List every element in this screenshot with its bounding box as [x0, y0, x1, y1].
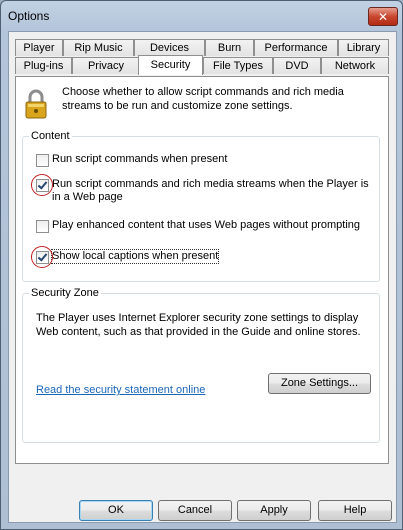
intro-text: Choose whether to allow script commands …	[62, 86, 344, 112]
option-label: Run script commands and rich media strea…	[52, 178, 369, 203]
annotation-circle	[31, 174, 53, 196]
option-label: Play enhanced content that uses Web page…	[52, 219, 360, 231]
tab-plug-ins[interactable]: Plug-ins	[15, 57, 72, 74]
security-zone-group-label: Security Zone	[29, 287, 101, 300]
option-label: Show local captions when present	[50, 249, 220, 264]
option-run-script-commands[interactable]: Run script commands when present	[36, 153, 366, 167]
option-label: Run script commands when present	[52, 153, 228, 165]
zone-settings-button[interactable]: Zone Settings...	[268, 373, 371, 394]
content-group-label: Content	[29, 130, 72, 143]
run-script-commands-checkbox[interactable]	[36, 154, 49, 167]
close-icon: ✕	[377, 9, 389, 24]
title-bar[interactable]: Options ✕	[1, 1, 402, 31]
play-enhanced-content-checkbox[interactable]	[36, 220, 49, 233]
apply-label: Apply	[260, 504, 288, 516]
tab-rip-music[interactable]: Rip Music	[63, 39, 134, 56]
annotation-circle	[31, 246, 53, 268]
security-tab-panel: Choose whether to allow script commands …	[15, 76, 389, 464]
security-statement-link[interactable]: Read the security statement online	[36, 384, 205, 396]
help-button[interactable]: Help	[318, 500, 392, 521]
close-button[interactable]: ✕	[368, 7, 398, 26]
cancel-label: Cancel	[177, 504, 213, 516]
tab-network[interactable]: Network	[321, 57, 389, 74]
ok-label: OK	[108, 504, 124, 516]
tab-library[interactable]: Library	[338, 39, 389, 56]
tab-performance[interactable]: Performance	[254, 39, 338, 56]
tab-dvd[interactable]: DVD	[273, 57, 321, 74]
zone-settings-label: Zone Settings...	[280, 377, 359, 389]
option-play-enhanced-content[interactable]: Play enhanced content that uses Web page…	[36, 219, 371, 233]
window-title: Options	[8, 9, 50, 23]
tab-burn[interactable]: Burn	[205, 39, 254, 56]
tab-file-types[interactable]: File Types	[203, 57, 273, 74]
content-group: Content Run script commands when present…	[22, 130, 380, 282]
tab-player[interactable]: Player	[15, 39, 63, 56]
tab-devices[interactable]: Devices	[134, 39, 205, 56]
tab-privacy[interactable]: Privacy	[72, 57, 140, 74]
help-label: Help	[343, 504, 367, 516]
security-zone-group: Security Zone The Player uses Internet E…	[22, 287, 380, 443]
ok-button[interactable]: OK	[79, 500, 153, 521]
cancel-button[interactable]: Cancel	[158, 500, 232, 521]
options-dialog: Options ✕ Player Rip Music Devices Burn …	[0, 0, 403, 530]
apply-button[interactable]: Apply	[237, 500, 311, 521]
security-zone-description: The Player uses Internet Explorer securi…	[36, 312, 361, 338]
lock-icon	[25, 89, 47, 119]
dialog-client-area: Player Rip Music Devices Burn Performanc…	[8, 31, 397, 523]
tab-security[interactable]: Security	[138, 55, 203, 75]
option-run-script-rich-media[interactable]: Run script commands and rich media strea…	[36, 178, 371, 204]
option-show-local-captions[interactable]: Show local captions when present	[36, 249, 266, 264]
